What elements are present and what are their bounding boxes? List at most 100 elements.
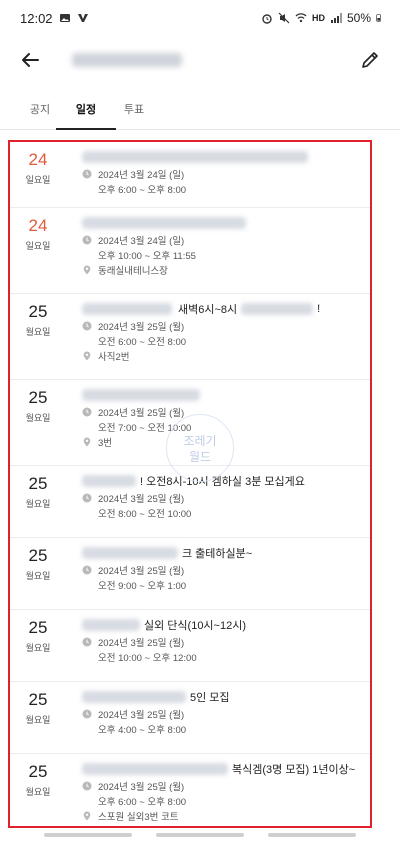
schedule-item[interactable]: 25 월요일 새벽6시~8시 ! 2024년 3월 25일 (월) 오전 6:0… [10, 294, 370, 380]
title-redacted [82, 303, 172, 315]
arrow-left-icon [22, 53, 39, 67]
title-redacted [241, 303, 314, 315]
app-notification-icon [77, 14, 88, 22]
day-number: 25 [28, 302, 48, 321]
clock-icon [82, 169, 92, 178]
event-date: 2024년 3월 25일 (월) [98, 709, 185, 721]
tab-bar: 공지 일정 투표 [0, 88, 400, 130]
tab-schedule[interactable]: 일정 [56, 88, 116, 130]
gallery-icon [59, 14, 70, 22]
network-type: HD [311, 13, 325, 23]
event-title [82, 148, 366, 166]
title-redacted [82, 691, 186, 703]
event-title-text: 새벽6시~8시 [178, 304, 238, 316]
event-time: 오전 9:00 ~ 오후 1:00 [98, 580, 187, 592]
day-number: 25 [28, 618, 48, 637]
event-date: 2024년 3월 25일 (월) [98, 781, 185, 793]
title-redacted [82, 763, 228, 775]
weekday: 월요일 [25, 327, 51, 337]
status-bar: 12:02 HD 50% [0, 0, 400, 36]
schedule-item[interactable]: 24 일요일 2024년 3월 24일 (일) 오후 6:00 ~ 오후 8:0… [10, 142, 370, 208]
event-location: 3번 [98, 437, 113, 449]
schedule-item[interactable]: 24 일요일 2024년 3월 24일 (일) 오후 10:00 ~ 오후 11… [10, 208, 370, 294]
clock-icon [82, 235, 92, 244]
schedule-item[interactable]: 25 월요일 복식겜(3명 모집) 1년이상~ 2024년 3월 25일 (월)… [10, 754, 370, 826]
event-title: 새벽6시~8시 ! [82, 300, 366, 318]
event-title-text: 5인 모집 [190, 692, 230, 704]
mute-icon [278, 12, 290, 24]
event-title-text: 크 출테하실분~ [182, 548, 253, 560]
battery-icon [376, 14, 381, 22]
weekday: 일요일 [25, 241, 51, 251]
day-number: 24 [28, 216, 48, 235]
clock-icon [82, 321, 92, 330]
event-title: 복식겜(3명 모집) 1년이상~ [82, 760, 366, 778]
day-number: 25 [28, 388, 48, 407]
weekday: 월요일 [25, 571, 51, 581]
weekday: 일요일 [25, 175, 51, 185]
event-date: 2024년 3월 24일 (일) [98, 169, 185, 181]
location-pin-icon [83, 437, 91, 446]
event-date: 2024년 3월 25일 (월) [98, 637, 185, 649]
day-number: 25 [28, 546, 48, 565]
weekday: 월요일 [25, 715, 51, 725]
wifi-icon [295, 13, 307, 23]
event-time: 오전 10:00 ~ 오후 12:00 [98, 652, 197, 664]
status-time: 12:02 [20, 10, 53, 26]
day-number: 25 [28, 690, 48, 709]
event-date: 2024년 3월 24일 (일) [98, 235, 185, 247]
clock-icon [82, 781, 92, 790]
pencil-icon [362, 52, 378, 68]
watermark-line1: 조레기 [183, 434, 217, 448]
edit-button[interactable] [356, 46, 384, 74]
event-date: 2024년 3월 25일 (월) [98, 565, 185, 577]
app-bar [0, 36, 400, 84]
clock-icon [82, 407, 92, 416]
event-title: 크 출테하실분~ [82, 544, 366, 562]
schedule-item[interactable]: 25 월요일 5인 모집 2024년 3월 25일 (월) 오후 4:00 ~ … [10, 682, 370, 754]
watermark: 조레기 월드 [166, 414, 234, 482]
title-redacted [82, 389, 200, 401]
event-location: 스포원 실외3번 코트 [98, 811, 179, 823]
watermark-line2: 월드 [188, 450, 212, 464]
schedule-item[interactable]: 25 월요일 실외 단식(10시~12시) 2024년 3월 25일 (월) 오… [10, 610, 370, 682]
day-number: 25 [28, 762, 48, 781]
title-redacted [82, 619, 140, 631]
schedule-item[interactable]: 25 월요일 크 출테하실분~ 2024년 3월 25일 (월) 오전 9:00… [10, 538, 370, 610]
location-pin-icon [83, 811, 91, 820]
event-date: 2024년 3월 25일 (월) [98, 321, 185, 333]
event-time: 오후 6:00 ~ 오후 8:00 [98, 796, 187, 808]
event-title: 실외 단식(10시~12시) [82, 616, 366, 634]
title-redacted [82, 547, 178, 559]
signal-icon [330, 13, 342, 23]
location-pin-icon [83, 351, 91, 360]
nav-hint-bar [44, 833, 132, 837]
weekday: 월요일 [25, 413, 51, 423]
tab-notice[interactable]: 공지 [20, 88, 60, 130]
clock-icon [82, 493, 92, 502]
schedule-list: 24 일요일 2024년 3월 24일 (일) 오후 6:00 ~ 오후 8:0… [8, 140, 372, 828]
event-time: 오후 6:00 ~ 오후 8:00 [98, 184, 187, 196]
clock-icon [82, 709, 92, 718]
event-time: 오후 10:00 ~ 오후 11:55 [98, 250, 196, 262]
event-location: 동래실내테니스장 [98, 265, 168, 277]
title-redacted [82, 475, 136, 487]
event-title: 5인 모집 [82, 688, 366, 706]
event-title-text: ! 오전8시-10시 겜하실 3분 모십게요 [140, 476, 305, 488]
clock-icon [82, 637, 92, 646]
weekday: 월요일 [25, 643, 51, 653]
back-button[interactable] [16, 46, 44, 74]
event-time: 오전 8:00 ~ 오전 10:00 [98, 508, 192, 520]
title-redacted [82, 217, 246, 229]
event-title [82, 386, 366, 404]
event-date: 2024년 3월 25일 (월) [98, 407, 185, 419]
location-pin-icon [83, 265, 91, 274]
event-time: 오전 6:00 ~ 오전 8:00 [98, 336, 187, 348]
event-title-suffix: ! [317, 303, 321, 315]
tab-vote[interactable]: 투표 [114, 88, 154, 130]
title-redacted [82, 151, 308, 163]
day-number: 25 [28, 474, 48, 493]
day-number: 24 [28, 150, 48, 169]
clock-icon [82, 565, 92, 574]
weekday: 월요일 [25, 787, 51, 797]
